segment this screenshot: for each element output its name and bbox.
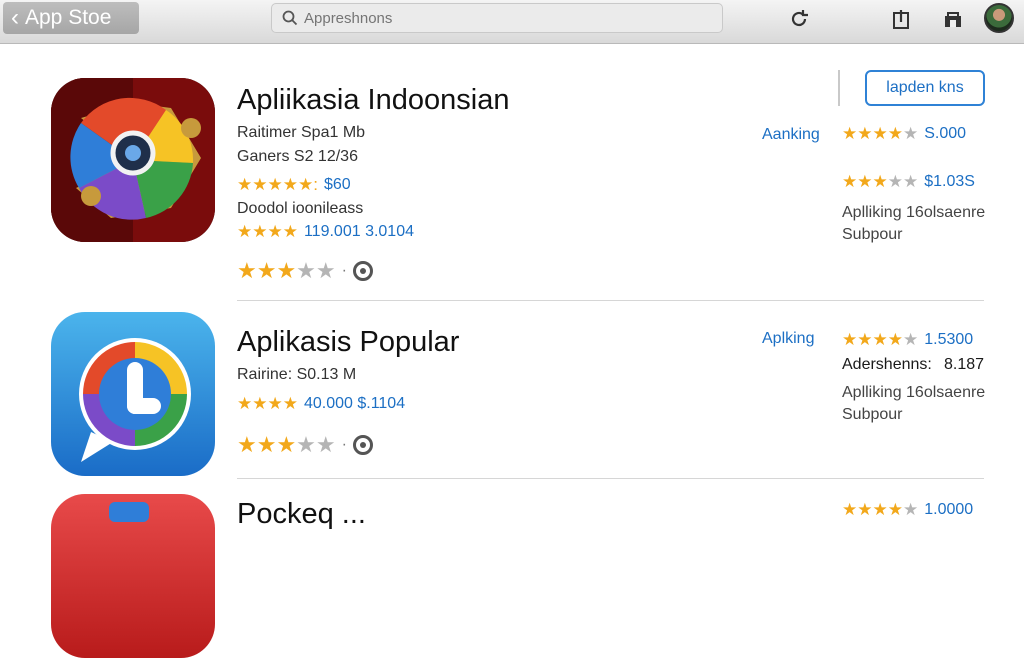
app-title[interactable]: Apliikasia Indoonsian <box>237 84 509 117</box>
rating-count: 119.001 3.0104 <box>303 223 414 240</box>
support-text: Aplliking 16olsaenre Subpour <box>842 382 985 426</box>
rating-count: 40.000 $.1104 <box>303 395 406 412</box>
search-icon <box>282 10 298 26</box>
ranking-value: 1.5300 <box>924 331 974 348</box>
user-rating-row[interactable]: ★★★★★ · <box>237 432 373 458</box>
rating-row: ★★★★ 40.000 $.1104 <box>237 394 405 414</box>
eye-icon[interactable] <box>352 435 373 455</box>
support-line: Aplliking 16olsaenre <box>842 204 986 221</box>
star-rating-icon: ★★★★★ <box>842 330 919 349</box>
app-meta-line: Rairine: S0.13 M <box>237 366 357 383</box>
rating-value: $60 <box>323 176 351 193</box>
search-input[interactable] <box>304 9 684 27</box>
star-rating-icon: ★★★★★ <box>842 172 919 191</box>
open-button[interactable]: lapden kns <box>865 70 985 106</box>
app-icon-2[interactable] <box>51 312 215 476</box>
store-icon[interactable] <box>940 6 966 32</box>
avatar[interactable] <box>984 3 1014 33</box>
ranking-rating: ★★★★★ 1.0000 <box>842 500 973 520</box>
back-button[interactable]: ‹ App Stoe <box>3 2 139 34</box>
rating-row: ★★★★★: $60 <box>237 175 351 195</box>
secondary-label: Adershenns: <box>842 356 932 373</box>
app-meta-line: Raitimer Spa1 Mb <box>237 124 366 141</box>
secondary-value: $1.03S <box>924 173 975 190</box>
support-line: Aplliking 16olsaenre <box>842 384 986 401</box>
ranking-label: Aplking <box>762 330 815 347</box>
app-title[interactable]: Pockeq ... <box>237 498 366 531</box>
star-rating-icon[interactable]: ★★★★★ <box>237 258 336 284</box>
secondary-value: 8.187 <box>944 356 985 373</box>
user-rating-row[interactable]: ★★★★★ · <box>237 258 373 284</box>
row-divider <box>237 478 984 479</box>
ranking-rating: ★★★★★ 1.5300 <box>842 330 973 350</box>
refresh-icon[interactable] <box>786 6 812 32</box>
app-icon-1[interactable] <box>51 78 215 242</box>
top-toolbar: ‹ App Stoe <box>0 0 1024 44</box>
star-rating-icon: ★★★★★ <box>842 500 919 519</box>
ranking-value: 1.0000 <box>924 501 974 518</box>
app-description: Doodol ioonileass <box>237 200 364 217</box>
share-icon[interactable] <box>888 6 914 32</box>
divider <box>838 70 840 106</box>
app-meta-line: Ganers S2 12/36 <box>237 148 358 165</box>
star-rating-icon: ★★★★ <box>237 394 298 413</box>
star-rating-icon: ★★★★★ <box>842 124 919 143</box>
app-icon-3[interactable] <box>51 494 215 658</box>
row-divider <box>237 300 984 301</box>
app-title[interactable]: Aplikasis Popular <box>237 326 459 359</box>
support-line: Subpour <box>842 406 903 423</box>
eye-icon[interactable] <box>352 261 373 281</box>
ranking-label: Aanking <box>762 126 820 143</box>
back-label: App Stoe <box>25 6 112 29</box>
star-rating-icon: ★★★★★: <box>237 175 318 194</box>
support-text: Aplliking 16olsaenre Subpour <box>842 202 985 246</box>
secondary-rating: ★★★★★ $1.03S <box>842 172 975 192</box>
rating-row: ★★★★ 119.001 3.0104 <box>237 222 414 242</box>
ranking-rating: ★★★★★ S.000 <box>842 124 966 144</box>
star-rating-icon[interactable]: ★★★★★ <box>237 432 336 458</box>
search-field[interactable] <box>271 3 723 33</box>
chevron-left-icon: ‹ <box>11 4 19 31</box>
support-line: Subpour <box>842 226 903 243</box>
ranking-value: S.000 <box>924 125 967 142</box>
star-rating-icon: ★★★★ <box>237 222 298 241</box>
